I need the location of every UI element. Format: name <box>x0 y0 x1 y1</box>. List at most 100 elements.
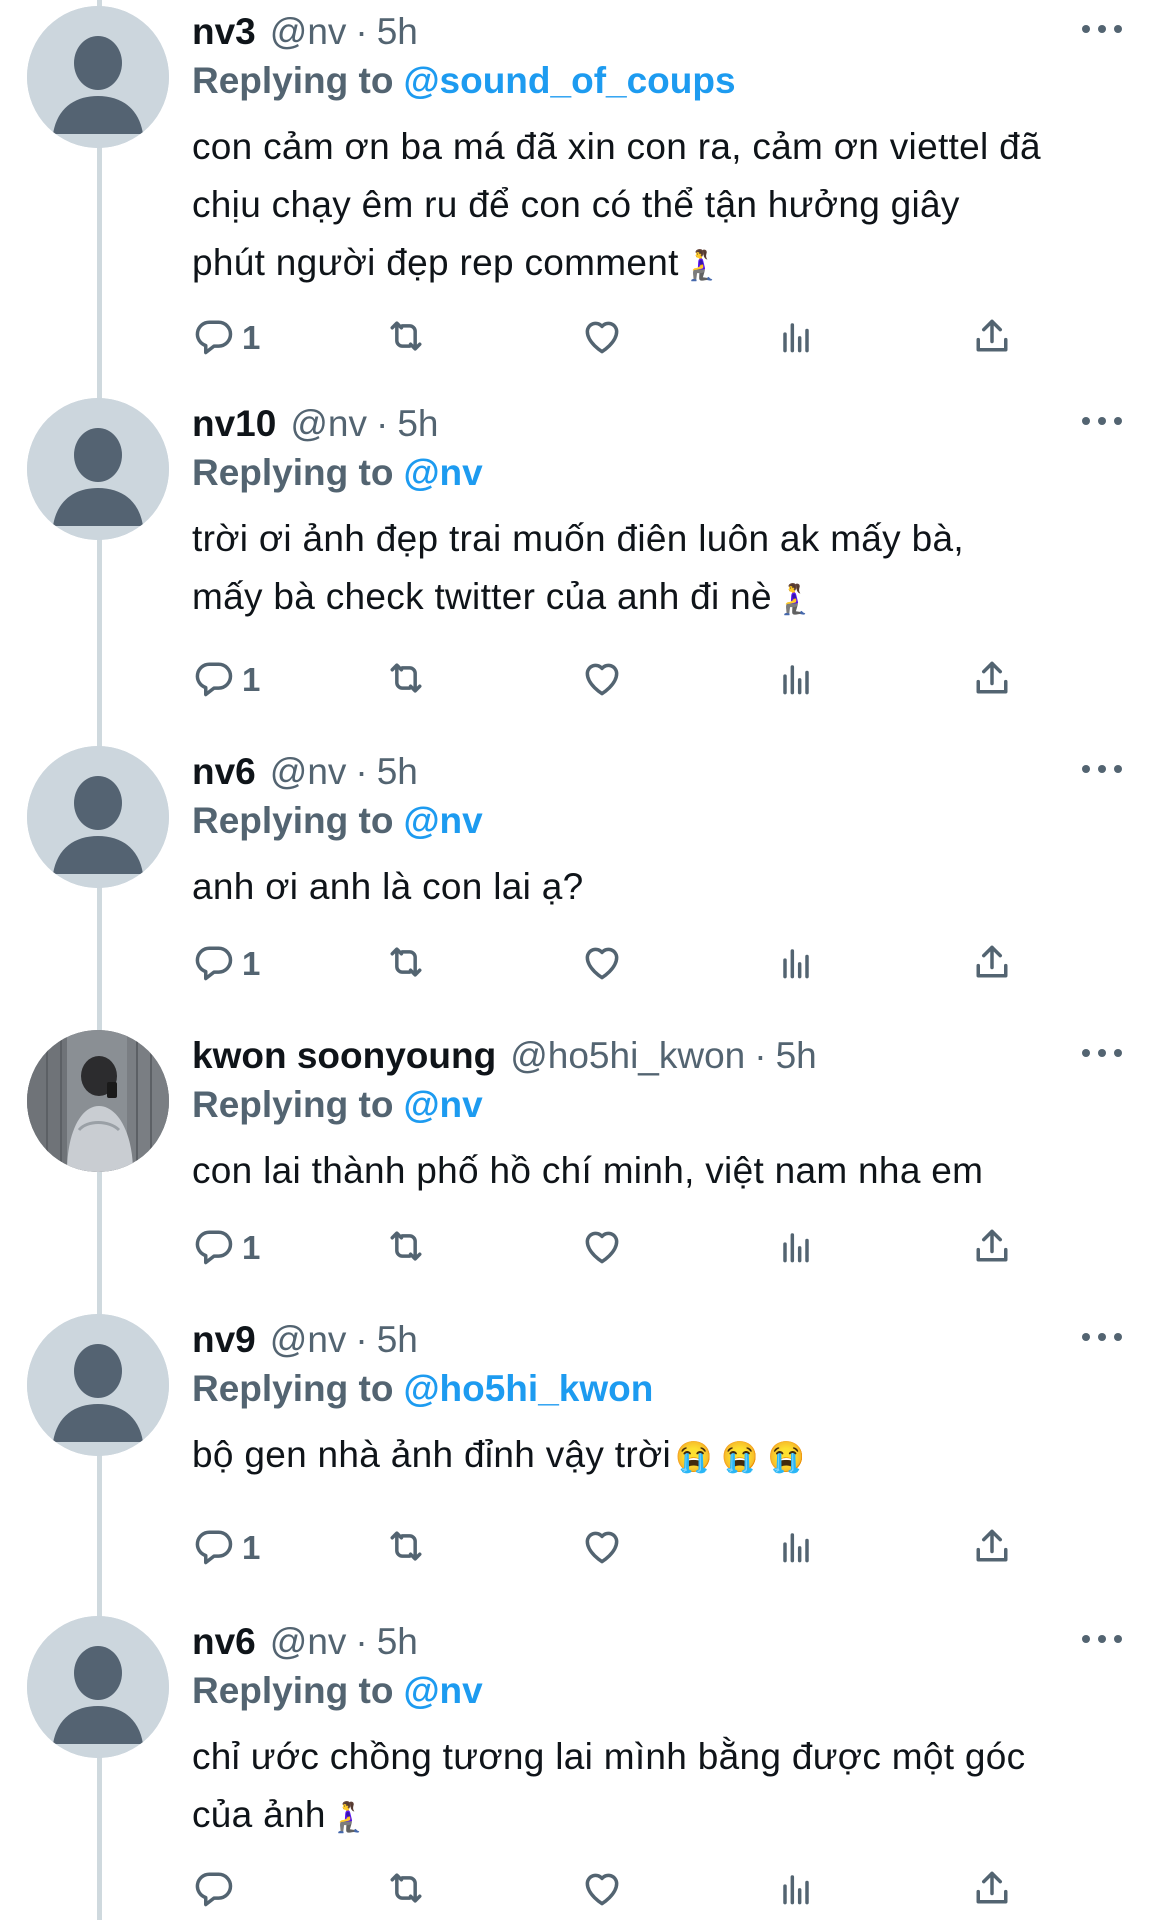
share-icon <box>970 940 1014 989</box>
reply-icon <box>192 656 236 705</box>
replying-to-label: Replying to <box>192 1368 394 1409</box>
reply-count: 1 <box>242 661 261 698</box>
tweet-header: nv10 @nv · 5h <box>192 402 1122 446</box>
retweet-button[interactable] <box>384 1520 428 1576</box>
more-icon[interactable] <box>1082 14 1122 44</box>
tweet-text: trời ơi ảnh đẹp trai muốn điên luôn ak m… <box>192 510 1132 629</box>
tweet-text-line: anh ơi anh là con lai ạ? <box>192 866 584 907</box>
reply-icon <box>192 940 236 989</box>
retweet-icon <box>384 940 428 989</box>
display-name[interactable]: kwon soonyoung <box>192 1035 496 1077</box>
share-icon <box>970 656 1014 705</box>
like-button[interactable] <box>580 1520 624 1576</box>
display-name[interactable]: nv3 <box>192 11 256 53</box>
replying-to-mention[interactable]: @nv <box>403 452 482 493</box>
avatar[interactable] <box>27 746 169 888</box>
replying-to: Replying to @ho5hi_kwon <box>192 1368 653 1410</box>
reply-button[interactable]: 1 <box>192 1520 260 1576</box>
separator-dot: · <box>355 11 368 52</box>
tweet-text-line: trời ơi ảnh đẹp trai muốn điên luôn ak m… <box>192 518 964 559</box>
reply-button[interactable]: 1 <box>192 936 260 992</box>
avatar[interactable] <box>27 1616 169 1758</box>
more-icon[interactable] <box>1082 1322 1122 1352</box>
like-button[interactable] <box>580 310 624 366</box>
replying-to-label: Replying to <box>192 60 394 101</box>
reply-button[interactable] <box>192 1862 242 1918</box>
user-handle[interactable]: @ho5hi_kwon <box>510 1035 745 1077</box>
like-button[interactable] <box>580 1220 624 1276</box>
more-icon[interactable] <box>1082 406 1122 436</box>
analytics-icon <box>774 1866 818 1915</box>
user-handle[interactable]: @nv <box>290 403 367 445</box>
timestamp[interactable]: 5h <box>776 1035 817 1077</box>
avatar[interactable] <box>27 1030 169 1172</box>
reply-button[interactable]: 1 <box>192 1220 260 1276</box>
retweet-button[interactable] <box>384 1862 428 1918</box>
avatar[interactable] <box>27 1314 169 1456</box>
share-icon <box>970 1866 1014 1915</box>
share-button[interactable] <box>970 652 1014 708</box>
more-icon[interactable] <box>1082 1624 1122 1654</box>
display-name[interactable]: nv10 <box>192 403 276 445</box>
tweet-text: chỉ ước chồng tương lai mình bằng được m… <box>192 1728 1132 1847</box>
share-button[interactable] <box>970 1862 1014 1918</box>
tweet-text-line: của ảnh <box>192 1794 326 1835</box>
analytics-button[interactable] <box>774 1862 818 1918</box>
replying-to-mention[interactable]: @nv <box>403 800 482 841</box>
timestamp[interactable]: 5h <box>377 1319 418 1361</box>
analytics-button[interactable] <box>774 1520 818 1576</box>
tweet-text-line: bộ gen nhà ảnh đỉnh vậy trời <box>192 1434 672 1475</box>
analytics-button[interactable] <box>774 1220 818 1276</box>
like-button[interactable] <box>580 1862 624 1918</box>
like-icon <box>580 1224 624 1273</box>
user-handle[interactable]: @nv <box>270 751 347 793</box>
tweet-actions: 1 <box>192 1220 1052 1276</box>
display-name[interactable]: nv6 <box>192 1621 256 1663</box>
like-button[interactable] <box>580 936 624 992</box>
replying-to: Replying to @sound_of_coups <box>192 60 736 102</box>
avatar[interactable] <box>27 398 169 540</box>
retweet-button[interactable] <box>384 936 428 992</box>
retweet-button[interactable] <box>384 310 428 366</box>
analytics-button[interactable] <box>774 310 818 366</box>
share-button[interactable] <box>970 1520 1014 1576</box>
share-button[interactable] <box>970 310 1014 366</box>
retweet-button[interactable] <box>384 1220 428 1276</box>
share-icon <box>970 314 1014 363</box>
like-button[interactable] <box>580 652 624 708</box>
tweet-header: nv6 @nv · 5h <box>192 750 1122 794</box>
share-icon <box>970 1524 1014 1573</box>
tweet-actions: 1 <box>192 310 1052 366</box>
analytics-button[interactable] <box>774 652 818 708</box>
timestamp[interactable]: 5h <box>377 11 418 53</box>
analytics-button[interactable] <box>774 936 818 992</box>
tweet-text-line: chỉ ước chồng tương lai mình bằng được m… <box>192 1736 1026 1777</box>
replying-to-mention[interactable]: @nv <box>403 1670 482 1711</box>
timestamp[interactable]: 5h <box>377 1621 418 1663</box>
user-handle[interactable]: @nv <box>270 1319 347 1361</box>
timestamp[interactable]: 5h <box>397 403 438 445</box>
tweet-header: kwon soonyoung @ho5hi_kwon · 5h <box>192 1034 1122 1078</box>
avatar[interactable] <box>27 6 169 148</box>
display-name[interactable]: nv9 <box>192 1319 256 1361</box>
user-handle[interactable]: @nv <box>270 11 347 53</box>
replying-to-mention[interactable]: @sound_of_coups <box>403 60 735 101</box>
tweet-text-line: mấy bà check twitter của anh đi nè <box>192 576 772 617</box>
share-button[interactable] <box>970 1220 1014 1276</box>
share-button[interactable] <box>970 936 1014 992</box>
timestamp[interactable]: 5h <box>377 751 418 793</box>
reply-count: 1 <box>242 945 261 982</box>
display-name[interactable]: nv6 <box>192 751 256 793</box>
retweet-button[interactable] <box>384 652 428 708</box>
replying-to: Replying to @nv <box>192 1670 483 1712</box>
emoji: 😭 😭 😭 <box>675 1441 806 1474</box>
reply-button[interactable]: 1 <box>192 310 260 366</box>
replying-to-mention[interactable]: @nv <box>403 1084 482 1125</box>
tweet-actions: 1 <box>192 652 1052 708</box>
more-icon[interactable] <box>1082 1038 1122 1068</box>
more-icon[interactable] <box>1082 754 1122 784</box>
user-handle[interactable]: @nv <box>270 1621 347 1663</box>
reply-button[interactable]: 1 <box>192 652 260 708</box>
like-icon <box>580 1866 624 1915</box>
replying-to-mention[interactable]: @ho5hi_kwon <box>403 1368 653 1409</box>
